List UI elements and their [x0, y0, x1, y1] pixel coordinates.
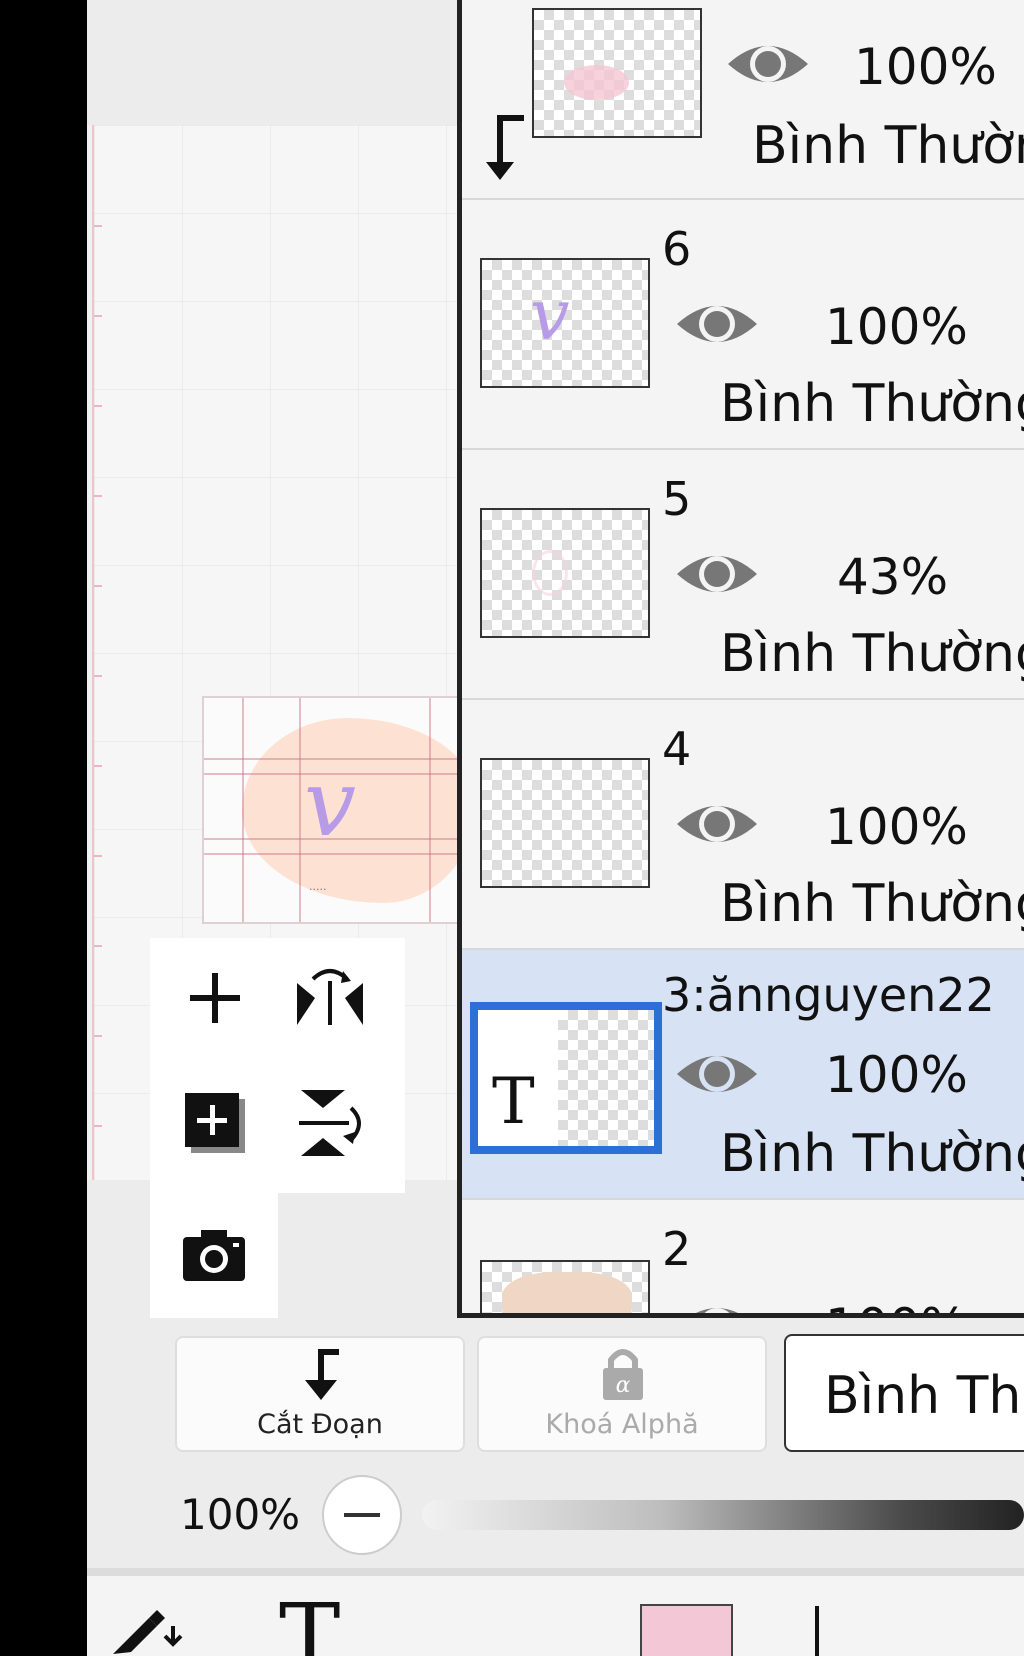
cursor-indicator — [815, 1606, 819, 1656]
layer-blend-mode: Bình Thường — [720, 874, 1024, 934]
eye-icon[interactable] — [725, 36, 811, 92]
layer-blend-mode: Bình Thường — [752, 116, 1024, 176]
tool-panel-bottom — [150, 1193, 278, 1320]
ruler-tick — [94, 225, 102, 227]
layer-opacity: 100% — [825, 1046, 968, 1104]
flip-vertical-icon — [299, 1090, 361, 1156]
layers-panel: 100% Bình Thường 6 v 100% Bình Thường 5 … — [457, 0, 1024, 1318]
ruler-tick — [94, 1125, 102, 1127]
layer-thumbnail — [480, 758, 650, 888]
ruler-tick — [94, 315, 102, 317]
eye-icon[interactable] — [674, 1298, 760, 1318]
ruler-tick — [94, 675, 102, 677]
app-window: v ····· 100% Bình Thườ 6 v 100% Bình Thư… — [87, 0, 1024, 1656]
layer-thumbnail — [480, 1260, 650, 1313]
opacity-decrease-button[interactable] — [322, 1475, 402, 1555]
eye-icon[interactable] — [674, 796, 760, 852]
flip-horizontal-button[interactable] — [290, 958, 370, 1038]
separator — [87, 1568, 1024, 1576]
ruler-tick — [94, 585, 102, 587]
eye-icon[interactable] — [674, 1046, 760, 1102]
camera-icon — [183, 1230, 245, 1281]
layer-thumbnail: T — [470, 1002, 662, 1154]
layer-row[interactable]: 100% Bình Thường — [462, 0, 1024, 200]
layer-blend-mode: Bình Thường — [720, 624, 1024, 684]
eye-icon[interactable] — [674, 296, 760, 352]
preview-letter: v — [304, 750, 356, 857]
layer-row[interactable]: 5 43% Bình Thường — [462, 450, 1024, 700]
ruler-tick — [94, 765, 102, 767]
ruler-tick — [94, 855, 102, 857]
clipping-button[interactable]: Cắt Đoạn — [175, 1336, 465, 1452]
alpha-lock-label: Khoá Alphă — [545, 1409, 699, 1440]
add-layer-button[interactable] — [175, 958, 255, 1038]
layer-opacity: 100% — [825, 798, 968, 856]
blend-mode-value: Bình Thường — [824, 1366, 1024, 1426]
camera-button[interactable] — [174, 1215, 254, 1295]
alpha-lock-button[interactable]: α Khoá Alphă — [477, 1336, 767, 1452]
layer-blend-mode: Bình Thường — [720, 374, 1024, 434]
layer-number: 4 — [662, 722, 692, 776]
layer-opacity: 43% — [837, 548, 949, 606]
layer-thumbnail — [532, 8, 702, 138]
layer-number: 6 — [662, 222, 692, 276]
layer-opacity: 100% — [825, 298, 968, 356]
svg-text:α: α — [616, 1373, 631, 1398]
layer-opacity-value: 100% — [180, 1490, 301, 1539]
clipping-label: Cắt Đoạn — [257, 1409, 383, 1440]
preview-caption-dots: ····· — [309, 883, 327, 896]
layer-opacity: 100% — [825, 1302, 968, 1313]
layer-number: 5 — [662, 472, 692, 526]
blend-mode-select[interactable]: Bình Thường — [784, 1334, 1024, 1452]
preview-guide — [429, 698, 431, 922]
tool-panel-top — [150, 938, 405, 1193]
eye-icon[interactable] — [674, 546, 760, 602]
canvas-top-margin — [87, 0, 457, 125]
layer-number: 2 — [662, 1222, 692, 1276]
add-layer-icon — [185, 1093, 245, 1153]
layer-blend-mode: Bình Thường — [720, 1124, 1024, 1184]
ruler-tick — [94, 945, 102, 947]
layer-thumbnail — [480, 508, 650, 638]
layer-opacity: 100% — [854, 38, 997, 96]
layer-thumbnail: v — [480, 258, 650, 388]
layer-number: 3:ănnguyen22 — [662, 968, 995, 1022]
brush-icon[interactable] — [109, 1604, 193, 1656]
clip-arrow-icon — [486, 115, 524, 180]
layer-row[interactable]: 6 v 100% Bình Thường — [462, 200, 1024, 450]
preview-paint-blob — [242, 718, 477, 903]
text-layer-glyph: T — [492, 1065, 535, 1139]
color-swatch[interactable] — [640, 1604, 733, 1656]
layer-row-selected[interactable]: 3:ănnguyen22 T 100% Bình Thường — [462, 950, 1024, 1200]
text-tool-icon[interactable]: T — [279, 1592, 340, 1656]
plus-icon — [190, 973, 240, 1023]
flip-horizontal-icon — [297, 969, 363, 1025]
minus-icon — [344, 1513, 380, 1517]
opacity-slider[interactable] — [422, 1500, 1024, 1530]
bottom-toolbar: T — [87, 1576, 1024, 1656]
layer-row[interactable]: 4 100% Bình Thường — [462, 700, 1024, 950]
clip-arrow-icon — [305, 1349, 339, 1400]
alpha-lock-icon: α — [603, 1349, 643, 1400]
preview-guide — [242, 698, 244, 922]
layer-tools-panel — [150, 938, 405, 1320]
ruler-tick — [94, 1035, 102, 1037]
layer-row[interactable]: 2 100% — [462, 1200, 1024, 1318]
ruler-tick — [94, 405, 102, 407]
flip-vertical-button[interactable] — [290, 1083, 370, 1163]
add-raster-layer-button[interactable] — [175, 1083, 255, 1163]
preview-guide — [299, 698, 301, 922]
ruler-tick — [94, 495, 102, 497]
